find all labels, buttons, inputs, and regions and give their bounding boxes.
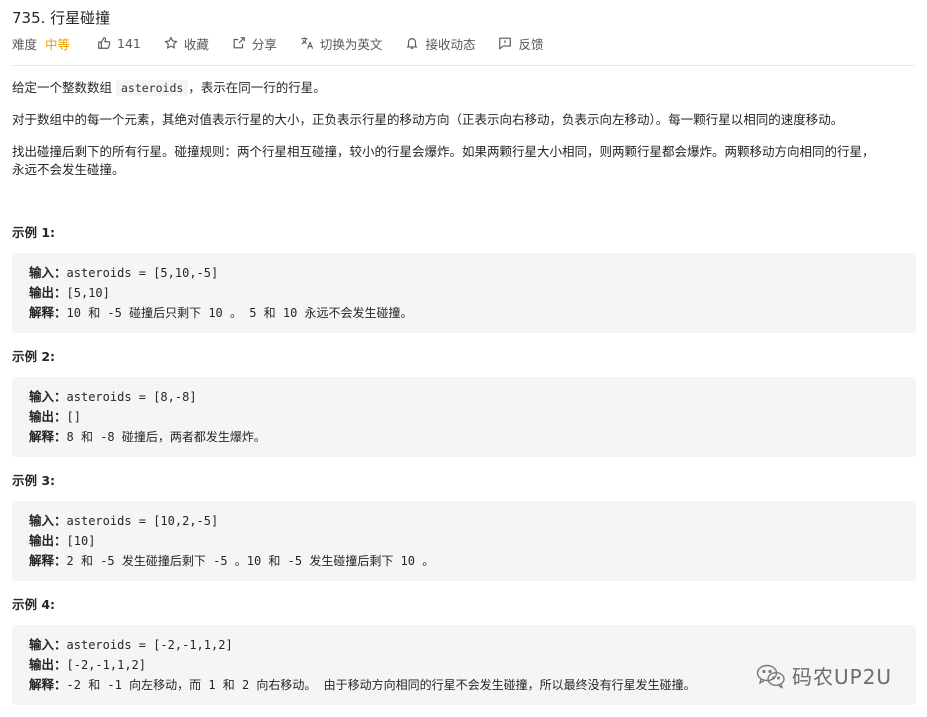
notify-button[interactable]: 接收动态 xyxy=(404,34,475,53)
like-button[interactable]: 141 xyxy=(96,35,141,51)
difficulty-label: 难度 xyxy=(12,36,38,52)
example-block: 输入：asteroids = [10,2,-5] 输出：[10] 解释：2 和 … xyxy=(12,501,916,581)
explanation-label: 解释： xyxy=(29,553,67,568)
collect-label: 收藏 xyxy=(183,36,209,52)
collect-button[interactable]: 收藏 xyxy=(163,34,209,53)
output-label: 输出： xyxy=(29,533,67,548)
translate-button[interactable]: 切换为英文 xyxy=(299,34,383,53)
difficulty-badge: 中等 xyxy=(45,36,71,52)
example-output: [5,10] xyxy=(66,286,110,300)
explanation-label: 解释： xyxy=(29,677,67,692)
example-output-line: 输出：[5,10] xyxy=(29,283,916,303)
watermark: 码农UP2U xyxy=(756,661,892,690)
inline-code: asteroids xyxy=(115,80,189,96)
bell-icon xyxy=(404,35,420,51)
output-label: 输出： xyxy=(29,285,67,300)
example-explanation: -2 和 -1 向左移动，而 1 和 2 向右移动。 由于移动方向相同的行星不会… xyxy=(66,678,696,692)
description-paragraph-3: 找出碰撞后剩下的所有行星。碰撞规则：两个行星相互碰撞，较小的行星会爆炸。如果两颗… xyxy=(12,143,912,179)
feedback-icon xyxy=(497,35,513,51)
thumbs-up-icon xyxy=(96,35,112,51)
notify-label: 接收动态 xyxy=(425,36,476,52)
explanation-label: 解释： xyxy=(29,429,67,444)
example-output-line: 输出：[10] xyxy=(29,531,916,551)
star-icon xyxy=(163,35,179,51)
input-label: 输入： xyxy=(29,265,67,280)
share-button[interactable]: 分享 xyxy=(231,34,277,53)
share-label: 分享 xyxy=(251,36,277,52)
feedback-button[interactable]: 反馈 xyxy=(497,34,543,53)
divider xyxy=(12,65,915,66)
problem-meta-bar: 难度 中等 141 收藏 分享 切换为英文 接收动态 反馈 xyxy=(12,34,565,52)
example-explanation-line: 解释：8 和 -8 碰撞后，两者都发生爆炸。 xyxy=(29,427,916,447)
example-output: [-2,-1,1,2] xyxy=(66,658,146,672)
example-explanation-line: 解释：2 和 -5 发生碰撞后剩下 -5 。10 和 -5 发生碰撞后剩下 10… xyxy=(29,551,916,571)
input-label: 输入： xyxy=(29,389,67,404)
example-input-line: 输入：asteroids = [5,10,-5] xyxy=(29,263,916,283)
example-title: 示例 2: xyxy=(12,349,56,364)
example-input: asteroids = [10,2,-5] xyxy=(66,514,219,528)
example-explanation: 10 和 -5 碰撞后只剩下 10 。 5 和 10 永远不会发生碰撞。 xyxy=(66,306,413,320)
example-block: 输入：asteroids = [8,-8] 输出：[] 解释：8 和 -8 碰撞… xyxy=(12,377,916,457)
example-explanation: 8 和 -8 碰撞后，两者都发生爆炸。 xyxy=(66,430,266,444)
feedback-label: 反馈 xyxy=(518,36,544,52)
example-input: asteroids = [-2,-1,1,2] xyxy=(66,638,233,652)
example-output: [10] xyxy=(66,534,96,548)
input-label: 输入： xyxy=(29,637,67,652)
like-count: 141 xyxy=(117,35,141,51)
description-line: 永远不会发生碰撞。 xyxy=(12,162,125,177)
watermark-text: 码农UP2U xyxy=(792,665,893,689)
example-title: 示例 4: xyxy=(12,597,56,612)
example-explanation: 2 和 -5 发生碰撞后剩下 -5 。10 和 -5 发生碰撞后剩下 10 。 xyxy=(66,554,435,568)
description-text: ，表示在同一行的行星。 xyxy=(188,80,326,95)
wechat-icon xyxy=(756,664,785,689)
explanation-label: 解释： xyxy=(29,305,67,320)
example-explanation-line: 解释：10 和 -5 碰撞后只剩下 10 。 5 和 10 永远不会发生碰撞。 xyxy=(29,303,916,323)
example-input-line: 输入：asteroids = [-2,-1,1,2] xyxy=(29,635,916,655)
input-label: 输入： xyxy=(29,513,67,528)
share-icon xyxy=(231,35,247,51)
description-paragraph-2: 对于数组中的每一个元素，其绝对值表示行星的大小，正负表示行星的移动方向（正表示向… xyxy=(12,112,844,127)
translate-label: 切换为英文 xyxy=(319,36,383,52)
example-block: 输入：asteroids = [5,10,-5] 输出：[5,10] 解释：10… xyxy=(12,253,916,333)
description-paragraph-1: 给定一个整数数组 asteroids ，表示在同一行的行星。 xyxy=(12,79,912,97)
example-title: 示例 3: xyxy=(12,473,56,488)
example-input: asteroids = [5,10,-5] xyxy=(66,266,219,280)
example-output-line: 输出：[] xyxy=(29,407,916,427)
description-text: 给定一个整数数组 xyxy=(12,80,116,95)
example-input-line: 输入：asteroids = [8,-8] xyxy=(29,387,916,407)
problem-title: 735. 行星碰撞 xyxy=(12,9,111,27)
description-line: 找出碰撞后剩下的所有行星。碰撞规则：两个行星相互碰撞，较小的行星会爆炸。如果两颗… xyxy=(12,144,875,159)
output-label: 输出： xyxy=(29,409,67,424)
example-input: asteroids = [8,-8] xyxy=(66,390,197,404)
translate-icon xyxy=(299,35,315,51)
output-label: 输出： xyxy=(29,657,67,672)
example-output: [] xyxy=(66,410,81,424)
example-title: 示例 1: xyxy=(12,225,56,240)
example-input-line: 输入：asteroids = [10,2,-5] xyxy=(29,511,916,531)
